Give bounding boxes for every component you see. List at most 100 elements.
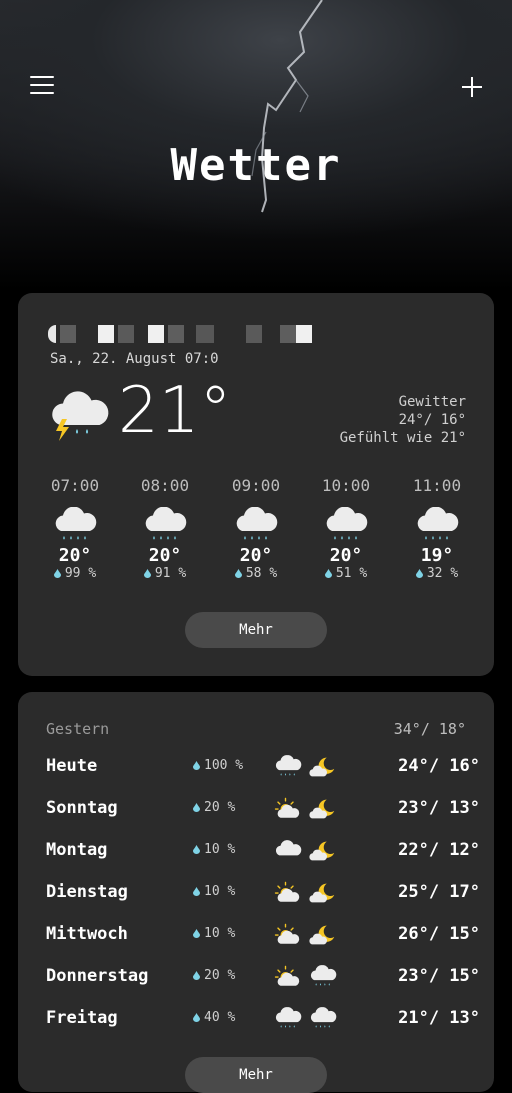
daily-row[interactable]: Mittwoch 10 % 26°/ 15° xyxy=(46,920,482,950)
moon-cloud-icon xyxy=(308,922,338,948)
day-precipitation: 20 % xyxy=(193,800,235,815)
day-name: Freitag xyxy=(46,1008,118,1028)
condition-text: Gewitter xyxy=(398,394,466,410)
hour-temperature: 20° xyxy=(329,545,363,566)
hour-precipitation: 51 % xyxy=(301,566,391,581)
day-precipitation: 20 % xyxy=(193,968,235,983)
daily-row[interactable]: Montag 10 % 22°/ 12° xyxy=(46,836,482,866)
current-conditions: Gewitter 24°/ 16° Gefühlt wie 21° xyxy=(340,393,466,447)
day-name: Dienstag xyxy=(46,882,128,902)
day-name: Heute xyxy=(46,756,98,776)
day-precipitation: 10 % xyxy=(193,884,235,899)
rain-cloud-icon xyxy=(308,964,338,990)
daily-row[interactable]: Sonntag 20 % 23°/ 13° xyxy=(46,794,482,824)
thunderstorm-rain-icon xyxy=(46,389,112,447)
day-name: Mittwoch xyxy=(46,924,128,944)
yesterday-temps: 34°/ 18° xyxy=(393,720,466,738)
raindrop-icon xyxy=(54,569,61,578)
page-title: Wetter xyxy=(170,140,342,191)
daily-more-button[interactable]: Mehr xyxy=(185,1057,327,1093)
hour-precip-value: 58 % xyxy=(245,566,278,581)
moon-cloud-icon xyxy=(308,838,338,864)
moon-cloud-icon xyxy=(308,796,338,822)
moon-cloud-icon xyxy=(308,880,338,906)
hour-precip-value: 91 % xyxy=(154,566,187,581)
raindrop-icon xyxy=(193,929,200,938)
raindrop-icon xyxy=(193,803,200,812)
raindrop-icon xyxy=(193,887,200,896)
day-precip-value: 20 % xyxy=(204,800,236,815)
hourly-item[interactable]: 10:00 20° 51 % xyxy=(301,476,391,581)
day-precipitation: 40 % xyxy=(193,1010,235,1025)
hour-precipitation: 91 % xyxy=(120,566,210,581)
sun-cloud-icon xyxy=(273,964,303,990)
hour-precip-value: 99 % xyxy=(64,566,97,581)
raindrop-icon xyxy=(193,1013,200,1022)
day-name: Montag xyxy=(46,840,108,860)
sun-cloud-icon xyxy=(273,922,303,948)
hourly-more-button[interactable]: Mehr xyxy=(185,612,327,648)
raindrop-icon xyxy=(193,845,200,854)
hour-time: 10:00 xyxy=(321,476,371,495)
hourly-item[interactable]: 11:00 19° 32 % xyxy=(392,476,482,581)
day-temps: 23°/ 15° xyxy=(398,966,480,986)
day-precip-value: 10 % xyxy=(204,926,236,941)
daily-row[interactable]: Dienstag 10 % 25°/ 17° xyxy=(46,878,482,908)
cloud-icon xyxy=(273,838,303,864)
raindrop-icon xyxy=(235,569,242,578)
day-precipitation: 100 % xyxy=(193,758,243,773)
day-temps: 24°/ 16° xyxy=(398,756,480,776)
rain-cloud-icon xyxy=(413,507,461,545)
feels-like-text: Gefühlt wie 21° xyxy=(339,430,466,446)
hourly-item[interactable]: 07:00 20° 99 % xyxy=(30,476,120,581)
hour-temperature: 19° xyxy=(420,545,454,566)
day-name: Sonntag xyxy=(46,798,118,818)
hour-precip-value: 51 % xyxy=(335,566,368,581)
sun-cloud-icon xyxy=(273,880,303,906)
rain-cloud-icon xyxy=(273,1006,303,1032)
day-precip-value: 10 % xyxy=(204,884,236,899)
daily-forecast-card[interactable]: Gestern 34°/ 18° Heute 100 % 24°/ 16° So… xyxy=(18,692,494,1093)
rain-cloud-icon xyxy=(141,507,189,545)
hour-time: 09:00 xyxy=(231,476,281,495)
hour-time: 11:00 xyxy=(412,476,462,495)
hourly-item[interactable]: 09:00 20° 58 % xyxy=(211,476,301,581)
day-precipitation: 10 % xyxy=(193,926,235,941)
hour-precipitation: 32 % xyxy=(392,566,482,581)
hour-temperature: 20° xyxy=(148,545,182,566)
day-temps: 22°/ 12° xyxy=(398,840,480,860)
day-precip-value: 10 % xyxy=(204,842,236,857)
day-temps: 23°/ 13° xyxy=(398,798,480,818)
hourly-item[interactable]: 08:00 20° 91 % xyxy=(120,476,210,581)
day-name: Donnerstag xyxy=(46,966,149,986)
rain-cloud-icon xyxy=(308,1006,338,1032)
raindrop-icon xyxy=(325,569,332,578)
raindrop-icon xyxy=(416,569,423,578)
current-temperature: 21° xyxy=(118,374,232,448)
hour-time: 08:00 xyxy=(140,476,190,495)
rain-cloud-icon xyxy=(322,507,370,545)
plus-icon[interactable] xyxy=(459,74,485,100)
day-precipitation: 10 % xyxy=(193,842,235,857)
day-temps: 26°/ 15° xyxy=(398,924,480,944)
yesterday-row: Gestern 34°/ 18° xyxy=(46,720,466,738)
yesterday-label: Gestern xyxy=(46,720,110,738)
high-low-text: 24°/ 16° xyxy=(398,412,466,428)
hour-precipitation: 99 % xyxy=(30,566,120,581)
day-temps: 25°/ 17° xyxy=(398,882,480,902)
day-precip-value: 40 % xyxy=(204,1010,236,1025)
sun-cloud-icon xyxy=(273,796,303,822)
raindrop-icon xyxy=(193,761,200,770)
hour-precip-value: 32 % xyxy=(426,566,459,581)
hour-time: 07:00 xyxy=(50,476,100,495)
current-date: Sa., 22. August 07:01 xyxy=(50,351,220,367)
rain-cloud-icon xyxy=(51,507,99,545)
daily-row[interactable]: Freitag 40 % 21°/ 13° xyxy=(46,1004,482,1034)
current-weather-card[interactable]: Sa., 22. August 07:01 21° Gewitter 24°/ … xyxy=(18,293,494,676)
hour-temperature: 20° xyxy=(58,545,92,566)
daily-row[interactable]: Heute 100 % 24°/ 16° xyxy=(46,752,482,782)
daily-row[interactable]: Donnerstag 20 % 23°/ 15° xyxy=(46,962,482,992)
hamburger-menu-icon[interactable] xyxy=(30,76,54,98)
hour-temperature: 20° xyxy=(239,545,273,566)
day-precip-value: 20 % xyxy=(204,968,236,983)
